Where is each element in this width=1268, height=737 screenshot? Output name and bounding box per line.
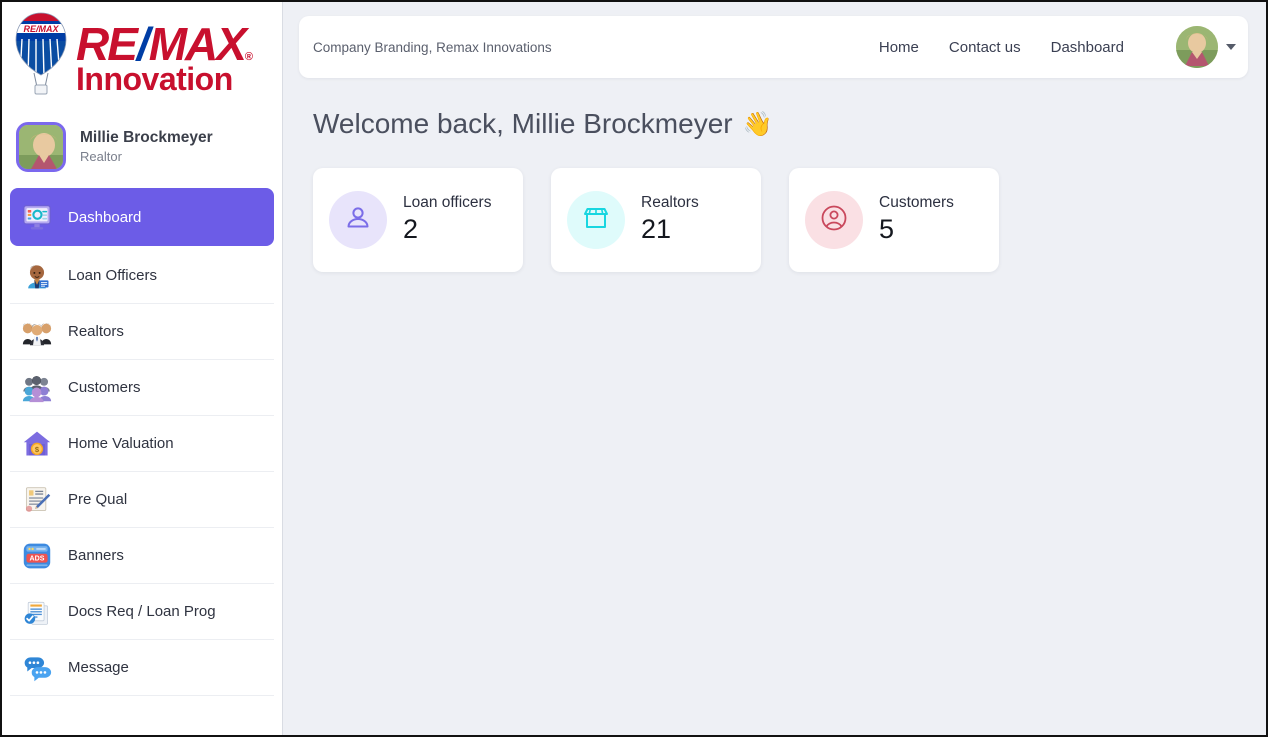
registered-mark: ® bbox=[244, 51, 253, 64]
brand-wordmark: RE / MAX ® Innovation bbox=[76, 21, 253, 97]
sidebar-item-label: Message bbox=[68, 659, 129, 676]
sidebar-item-message[interactable]: Message bbox=[10, 640, 274, 696]
sidebar-item-label: Docs Req / Loan Prog bbox=[68, 603, 216, 620]
sidebar-item-realtors[interactable]: Realtors bbox=[10, 304, 274, 360]
stat-card-value: 2 bbox=[403, 214, 419, 245]
stat-card-value: 5 bbox=[879, 214, 895, 245]
brand-header: RE/MAX RE / MAX ® Innovation bbox=[2, 2, 282, 114]
stat-card-label: Realtors bbox=[641, 194, 699, 212]
house-with-money-icon: $ bbox=[20, 427, 54, 461]
stat-card-loan-officers[interactable]: Loan officers 2 bbox=[313, 168, 523, 272]
sidebar-profile-role: Realtor bbox=[80, 148, 122, 164]
stat-card-label: Loan officers bbox=[403, 194, 492, 212]
office-worker-icon bbox=[20, 259, 54, 293]
sidebar-avatar bbox=[16, 122, 66, 172]
sidebar-profile-name: Millie Brockmeyer bbox=[80, 128, 213, 146]
welcome-text: Welcome back, Millie Brockmeyer bbox=[313, 108, 733, 139]
main-content: Company Branding, Remax Innovations Home… bbox=[283, 2, 1266, 735]
sidebar-nav: Dashboard Loan Officers Realtors Custome… bbox=[2, 188, 282, 696]
sidebar-item-customers[interactable]: Customers bbox=[10, 360, 274, 416]
customers-icon-wrap bbox=[805, 191, 863, 249]
sidebar: RE/MAX RE / MAX ® Innovation Millie Broc… bbox=[2, 2, 283, 735]
checked-documents-icon bbox=[20, 595, 54, 629]
sidebar-item-banners[interactable]: ADS Banners bbox=[10, 528, 274, 584]
chevron-down-icon[interactable] bbox=[1226, 44, 1236, 50]
stat-card-realtors[interactable]: Realtors 21 bbox=[551, 168, 761, 272]
sidebar-profile-text: Millie Brockmeyer Realtor bbox=[80, 128, 213, 166]
svg-text:ADS: ADS bbox=[30, 555, 45, 562]
sidebar-item-label: Home Valuation bbox=[68, 435, 174, 452]
topbar-user-menu[interactable] bbox=[1176, 26, 1236, 68]
speech-bubbles-icon bbox=[20, 651, 54, 685]
remax-logo: RE/MAX RE / MAX ® Innovation bbox=[12, 11, 253, 107]
ads-banner-icon: ADS bbox=[20, 539, 54, 573]
sidebar-item-docs-req-loan-prog[interactable]: Docs Req / Loan Prog bbox=[10, 584, 274, 640]
topbar-nav: Home Contact us Dashboard bbox=[879, 26, 1236, 68]
sidebar-item-dashboard[interactable]: Dashboard bbox=[10, 188, 274, 246]
topnav-link-contact-us[interactable]: Contact us bbox=[949, 39, 1021, 56]
sidebar-item-pre-qual[interactable]: Pre Qual bbox=[10, 472, 274, 528]
stat-card-customers[interactable]: Customers 5 bbox=[789, 168, 999, 272]
realtors-icon-wrap bbox=[567, 191, 625, 249]
customers-text: Customers 5 bbox=[879, 194, 954, 245]
sidebar-item-loan-officers[interactable]: Loan Officers bbox=[10, 248, 274, 304]
sidebar-item-label: Dashboard bbox=[68, 208, 142, 226]
app-root: RE/MAX RE / MAX ® Innovation Millie Broc… bbox=[2, 2, 1266, 735]
sidebar-item-label: Pre Qual bbox=[68, 491, 128, 508]
stat-card-label: Customers bbox=[879, 194, 954, 212]
user-circle-icon bbox=[819, 203, 849, 238]
busts-silhouette-icon bbox=[20, 371, 54, 405]
storefront-icon bbox=[581, 203, 611, 238]
topbar: Company Branding, Remax Innovations Home… bbox=[299, 16, 1248, 78]
sidebar-item-home-valuation[interactable]: $ Home Valuation bbox=[10, 416, 274, 472]
sidebar-profile[interactable]: Millie Brockmeyer Realtor bbox=[2, 114, 282, 188]
document-signing-icon bbox=[20, 483, 54, 517]
stat-cards: Loan officers 2 Realtors 21 Customers 5 bbox=[313, 168, 1248, 272]
hot-air-balloon-icon: RE/MAX bbox=[12, 11, 70, 107]
stat-card-value: 21 bbox=[641, 214, 672, 245]
sidebar-item-label: Banners bbox=[68, 547, 124, 564]
topnav-link-dashboard[interactable]: Dashboard bbox=[1051, 39, 1124, 56]
dashboard-monitor-icon bbox=[20, 200, 54, 234]
people-group-icon bbox=[20, 315, 54, 349]
topnav-link-home[interactable]: Home bbox=[879, 39, 919, 56]
realtors-text: Realtors 21 bbox=[641, 194, 699, 245]
topbar-avatar[interactable] bbox=[1176, 26, 1218, 68]
sidebar-item-label: Loan Officers bbox=[68, 267, 157, 284]
company-branding-text: Company Branding, Remax Innovations bbox=[313, 39, 552, 55]
loan-officers-icon-wrap bbox=[329, 191, 387, 249]
loan-officers-text: Loan officers 2 bbox=[403, 194, 491, 245]
sidebar-item-label: Realtors bbox=[68, 323, 124, 340]
page-title: Welcome back, Millie Brockmeyer 👋 bbox=[313, 108, 1248, 140]
person-icon bbox=[343, 203, 373, 238]
brand-subtitle: Innovation bbox=[76, 60, 233, 97]
waving-hand-icon: 👋 bbox=[742, 110, 773, 138]
sidebar-item-label: Customers bbox=[68, 379, 141, 396]
svg-text:RE/MAX: RE/MAX bbox=[23, 24, 59, 34]
